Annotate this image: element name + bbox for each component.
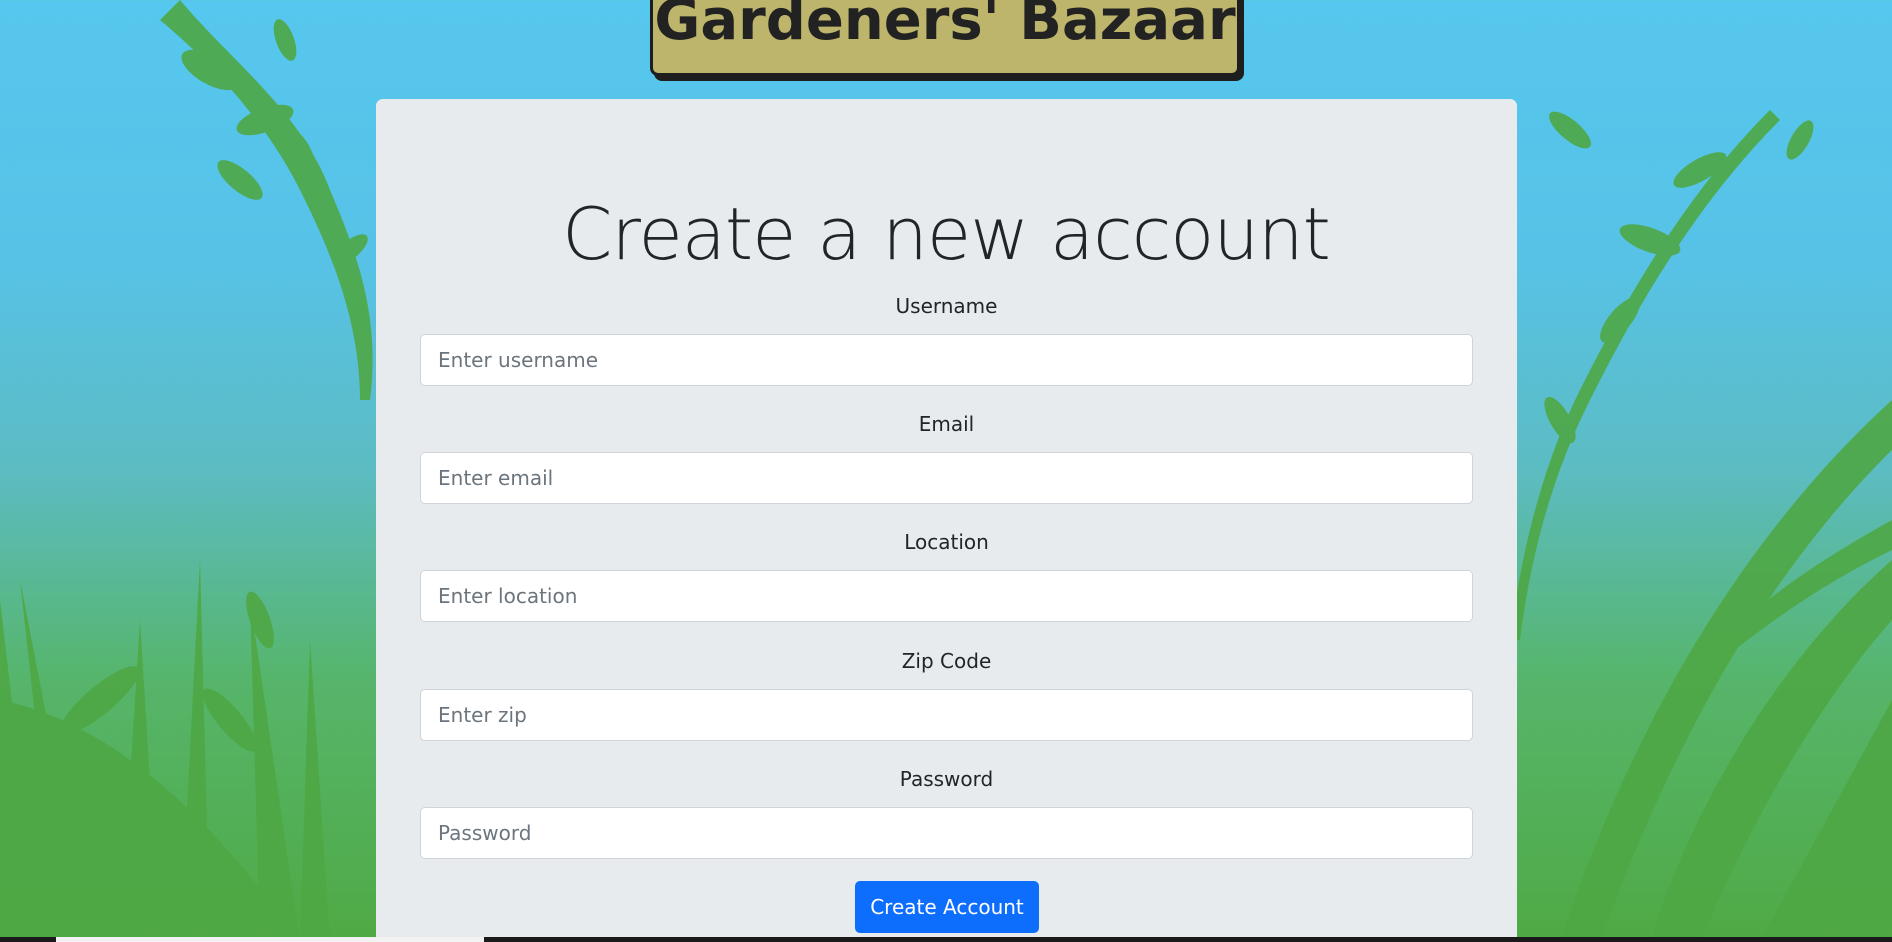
page-title: Create a new account (562, 192, 1331, 276)
email-label: Email (918, 412, 975, 436)
zip-code-label: Zip Code (901, 649, 992, 673)
username-input[interactable] (420, 334, 1473, 386)
site-logo[interactable]: Gardeners' Bazaar (650, 0, 1240, 76)
location-input[interactable] (420, 570, 1473, 622)
email-input[interactable] (420, 452, 1473, 504)
location-label: Location (904, 530, 989, 554)
site-logo-text: Gardeners' Bazaar (654, 0, 1236, 53)
username-label: Username (895, 294, 998, 318)
zip-code-input[interactable] (420, 689, 1473, 741)
horizontal-scrollbar-thumb[interactable] (56, 937, 484, 942)
password-label: Password (899, 767, 994, 791)
create-account-button[interactable]: Create Account (855, 881, 1039, 933)
bottom-scroll-strip (0, 937, 1892, 942)
password-input[interactable] (420, 807, 1473, 859)
